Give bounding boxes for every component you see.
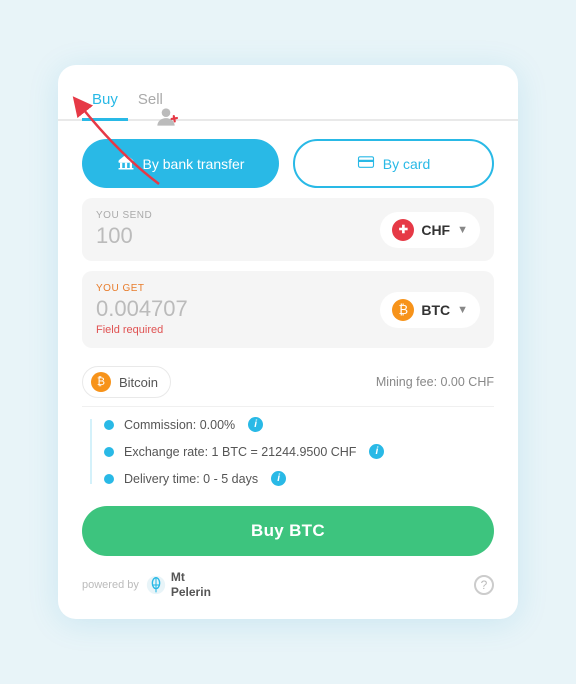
tabs-container: Buy Sell	[58, 65, 518, 121]
buy-btc-button[interactable]: Buy BTC	[82, 506, 494, 556]
exchange-rate-text: Exchange rate: 1 BTC = 21244.9500 CHF	[124, 445, 356, 459]
crypto-row: ₿ Bitcoin Mining fee: 0.00 CHF	[82, 358, 494, 407]
bitcoin-icon: ₿	[91, 372, 111, 392]
tab-buy[interactable]: Buy	[82, 83, 128, 121]
receive-value[interactable]: 0.004707	[96, 296, 188, 322]
card-icon	[357, 153, 375, 174]
vertical-line	[90, 419, 92, 484]
mining-fee-text: Mining fee: 0.00 CHF	[376, 375, 494, 389]
commission-dot	[104, 420, 114, 430]
delivery-info-icon[interactable]: i	[271, 471, 286, 486]
bank-transfer-button[interactable]: By bank transfer	[82, 139, 279, 188]
send-currency-selector[interactable]: ✚ CHF ▼	[380, 212, 480, 248]
exchange-info-icon[interactable]: i	[369, 444, 384, 459]
payment-buttons: By bank transfer By card	[58, 121, 518, 198]
delivery-row: Delivery time: 0 - 5 days i	[100, 465, 494, 492]
crypto-name-badge: ₿ Bitcoin	[82, 366, 171, 398]
powered-by-text: powered by	[82, 579, 139, 591]
send-currency-name: CHF	[421, 222, 450, 238]
receive-label: YOU GET	[96, 283, 188, 294]
footer: powered by MtPelerin ?	[58, 556, 518, 599]
card-button-label: By card	[383, 156, 430, 172]
btc-flag: ₿	[392, 299, 414, 321]
delivery-text: Delivery time: 0 - 5 days	[124, 472, 258, 486]
user-icon-button[interactable]	[153, 104, 179, 135]
receive-chevron-icon: ▼	[457, 304, 468, 316]
pelerin-logo: MtPelerin	[145, 570, 211, 599]
chf-icon: ✚	[399, 223, 408, 236]
commission-row: Commission: 0.00% i	[100, 411, 494, 438]
bank-button-label: By bank transfer	[143, 156, 245, 172]
receive-input-box: YOU GET 0.004707 Field required ₿ BTC ▼	[82, 271, 494, 348]
field-required-text: Field required	[96, 324, 188, 336]
chf-flag: ✚	[392, 219, 414, 241]
crypto-detail-section: ₿ Bitcoin Mining fee: 0.00 CHF Commissio…	[58, 358, 518, 492]
delivery-dot	[104, 474, 114, 484]
receive-currency-selector[interactable]: ₿ BTC ▼	[380, 292, 480, 328]
help-icon[interactable]: ?	[474, 575, 494, 595]
receive-currency-name: BTC	[421, 302, 450, 318]
pelerin-logo-icon	[145, 574, 167, 596]
exchange-dot	[104, 447, 114, 457]
send-input-box: YOU SEND 100 ✚ CHF ▼	[82, 198, 494, 261]
crypto-name: Bitcoin	[119, 375, 158, 390]
commission-info-icon[interactable]: i	[248, 417, 263, 432]
pelerin-name: MtPelerin	[171, 570, 211, 599]
card-button[interactable]: By card	[293, 139, 494, 188]
details-container: Commission: 0.00% i Exchange rate: 1 BTC…	[82, 411, 494, 492]
main-card: Buy Sell	[58, 65, 518, 619]
send-chevron-icon: ▼	[457, 224, 468, 236]
send-label: YOU SEND	[96, 210, 152, 221]
commission-text: Commission: 0.00%	[124, 418, 235, 432]
user-profile-icon	[153, 104, 179, 130]
bank-icon	[117, 153, 135, 174]
exchange-rate-row: Exchange rate: 1 BTC = 21244.9500 CHF i	[100, 438, 494, 465]
send-value[interactable]: 100	[96, 223, 152, 249]
send-section: YOU SEND 100 ✚ CHF ▼ YOU GET 0.004707 Fi…	[58, 198, 518, 348]
